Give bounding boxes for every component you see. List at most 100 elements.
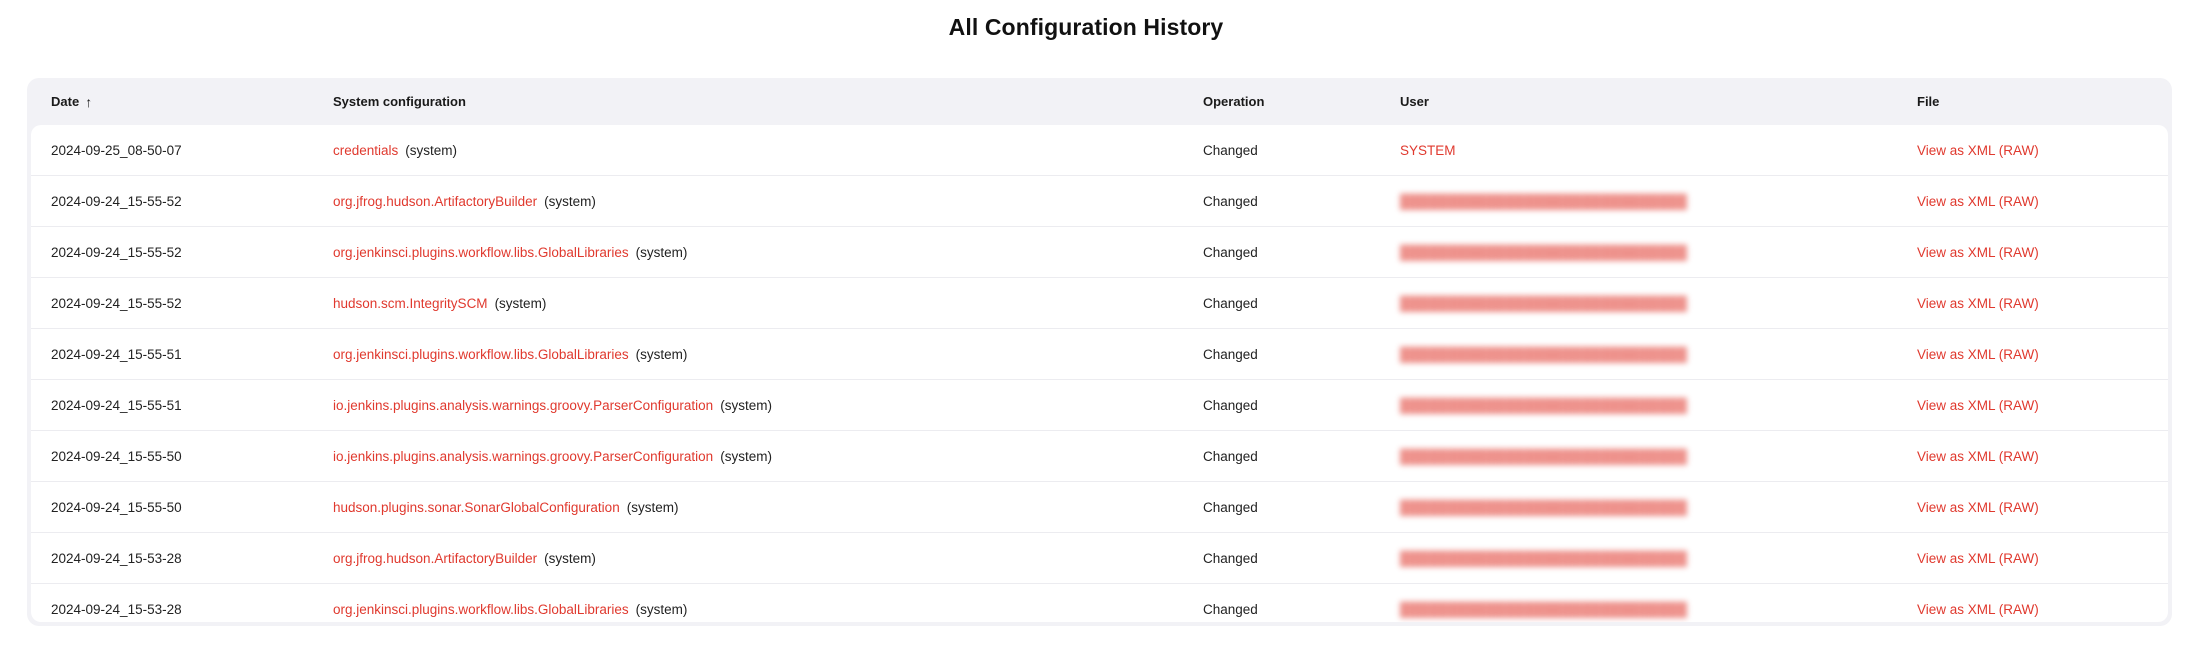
view-xml-raw-link[interactable]: View as XML (RAW) xyxy=(1917,143,2039,158)
user-link-redacted[interactable]: ██████████████████████████████ xyxy=(1400,398,1687,413)
table-row: 2024-09-24_15-55-52 hudson.scm.IntegrityS… xyxy=(31,278,2168,329)
config-link[interactable]: hudson.scm.IntegritySCM xyxy=(333,296,488,311)
user-cell: ██████████████████████████████ xyxy=(1400,533,1687,583)
file-cell: View as XML (RAW) xyxy=(1917,125,2039,175)
file-cell: View as XML (RAW) xyxy=(1917,584,2039,622)
user-link[interactable]: SYSTEM xyxy=(1400,143,1456,158)
config-cell: org.jenkinsci.plugins.workflow.libs.Glob… xyxy=(333,227,687,277)
config-cell: io.jenkins.plugins.analysis.warnings.gro… xyxy=(333,380,772,430)
config-cell: org.jenkinsci.plugins.workflow.libs.Glob… xyxy=(333,584,687,622)
config-scope-label: (system) xyxy=(626,499,679,515)
column-header-system-configuration[interactable]: System configuration xyxy=(333,78,466,125)
view-xml-raw-link[interactable]: View as XML (RAW) xyxy=(1917,245,2039,260)
date-cell: 2024-09-24_15-53-28 xyxy=(51,550,182,566)
config-cell: credentials (system) xyxy=(333,125,457,175)
config-cell: org.jfrog.hudson.ArtifactoryBuilder (syst… xyxy=(333,176,596,226)
config-scope-label: (system) xyxy=(720,397,772,413)
user-cell: ██████████████████████████████ xyxy=(1400,431,1687,481)
user-link-redacted[interactable]: ██████████████████████████████ xyxy=(1400,449,1687,464)
config-history-table: Date ↑ System configuration Operation Us… xyxy=(27,78,2172,626)
config-link[interactable]: io.jenkins.plugins.analysis.warnings.gro… xyxy=(333,449,713,464)
date-cell: 2024-09-25_08-50-07 xyxy=(51,142,182,158)
view-xml-raw-link[interactable]: View as XML (RAW) xyxy=(1917,194,2039,209)
config-link[interactable]: org.jfrog.hudson.ArtifactoryBuilder xyxy=(333,194,537,209)
user-link-redacted[interactable]: ██████████████████████████████ xyxy=(1400,602,1687,617)
table-row: 2024-09-24_15-55-52 org.jenkinsci.plugins… xyxy=(31,227,2168,278)
date-cell: 2024-09-24_15-55-52 xyxy=(51,244,182,260)
view-xml-raw-link[interactable]: View as XML (RAW) xyxy=(1917,347,2039,362)
column-header-date[interactable]: Date ↑ xyxy=(51,78,92,125)
config-cell: hudson.scm.IntegritySCM (system) xyxy=(333,278,546,328)
config-link[interactable]: org.jenkinsci.plugins.workflow.libs.Glob… xyxy=(333,245,629,260)
user-cell: ██████████████████████████████ xyxy=(1400,227,1687,277)
file-cell: View as XML (RAW) xyxy=(1917,227,2039,277)
config-link[interactable]: org.jfrog.hudson.ArtifactoryBuilder xyxy=(333,551,537,566)
config-scope-label: (system) xyxy=(635,601,688,617)
config-cell: org.jfrog.hudson.ArtifactoryBuilder (syst… xyxy=(333,533,596,583)
config-scope-label: (system) xyxy=(635,244,688,260)
column-header-user[interactable]: User xyxy=(1400,78,1429,125)
view-xml-raw-link[interactable]: View as XML (RAW) xyxy=(1917,449,2039,464)
view-xml-raw-link[interactable]: View as XML (RAW) xyxy=(1917,296,2039,311)
date-cell: 2024-09-24_15-53-28 xyxy=(51,601,182,617)
file-cell: View as XML (RAW) xyxy=(1917,533,2039,583)
config-link[interactable]: org.jenkinsci.plugins.workflow.libs.Glob… xyxy=(333,347,629,362)
table-row: 2024-09-24_15-55-51 org.jenkinsci.plugins… xyxy=(31,329,2168,380)
column-header-date-label: Date xyxy=(51,94,80,109)
table-row: 2024-09-24_15-55-52 org.jfrog.hudson.Arti… xyxy=(31,176,2168,227)
view-xml-raw-link[interactable]: View as XML (RAW) xyxy=(1917,602,2039,617)
date-cell: 2024-09-24_15-55-52 xyxy=(51,295,182,311)
config-link[interactable]: credentials xyxy=(333,143,398,158)
operation-cell: Changed xyxy=(1203,142,1258,158)
operation-cell: Changed xyxy=(1203,499,1258,515)
operation-cell: Changed xyxy=(1203,601,1258,617)
user-cell: ██████████████████████████████ xyxy=(1400,329,1687,379)
table-row: 2024-09-24_15-55-51 io.jenkins.plugins.an… xyxy=(31,380,2168,431)
column-header-file[interactable]: File xyxy=(1917,78,1939,125)
date-cell: 2024-09-24_15-55-50 xyxy=(51,448,182,464)
config-cell: hudson.plugins.sonar.SonarGlobalConfigur… xyxy=(333,482,678,532)
config-scope-label: (system) xyxy=(544,550,596,566)
user-cell: ██████████████████████████████ xyxy=(1400,176,1687,226)
page-title: All Configuration History xyxy=(948,14,1224,40)
user-link-redacted[interactable]: ██████████████████████████████ xyxy=(1400,347,1687,362)
view-xml-raw-link[interactable]: View as XML (RAW) xyxy=(1917,398,2039,413)
date-cell: 2024-09-24_15-55-51 xyxy=(51,346,182,362)
table-row: 2024-09-25_08-50-07 credentials (system) Ch… xyxy=(31,125,2168,176)
config-scope-label: (system) xyxy=(405,142,458,158)
file-cell: View as XML (RAW) xyxy=(1917,482,2039,532)
date-cell: 2024-09-24_15-55-50 xyxy=(51,499,182,515)
table-body: 2024-09-25_08-50-07 credentials (system) Ch… xyxy=(31,125,2168,622)
operation-cell: Changed xyxy=(1203,244,1258,260)
config-link[interactable]: hudson.plugins.sonar.SonarGlobalConfigur… xyxy=(333,500,620,515)
user-link-redacted[interactable]: ██████████████████████████████ xyxy=(1400,551,1687,566)
config-scope-label: (system) xyxy=(544,193,596,209)
table-row: 2024-09-24_15-53-28 org.jfrog.hudson.Arti… xyxy=(31,533,2168,584)
user-link-redacted[interactable]: ██████████████████████████████ xyxy=(1400,194,1687,209)
config-link[interactable]: org.jenkinsci.plugins.workflow.libs.Glob… xyxy=(333,602,629,617)
table-row: 2024-09-24_15-55-50 hudson.plugins.sonar.… xyxy=(31,482,2168,533)
user-cell: ██████████████████████████████ xyxy=(1400,584,1687,622)
config-scope-label: (system) xyxy=(494,295,547,311)
config-cell: io.jenkins.plugins.analysis.warnings.gro… xyxy=(333,431,772,481)
user-cell: ██████████████████████████████ xyxy=(1400,278,1687,328)
view-xml-raw-link[interactable]: View as XML (RAW) xyxy=(1917,500,2039,515)
config-link[interactable]: io.jenkins.plugins.analysis.warnings.gro… xyxy=(333,398,713,413)
file-cell: View as XML (RAW) xyxy=(1917,176,2039,226)
file-cell: View as XML (RAW) xyxy=(1917,278,2039,328)
column-header-operation[interactable]: Operation xyxy=(1203,78,1264,125)
sort-ascending-icon[interactable]: ↑ xyxy=(85,94,92,110)
file-cell: View as XML (RAW) xyxy=(1917,431,2039,481)
user-link-redacted[interactable]: ██████████████████████████████ xyxy=(1400,500,1687,515)
operation-cell: Changed xyxy=(1203,448,1258,464)
user-cell: SYSTEM xyxy=(1400,125,1456,175)
user-cell: ██████████████████████████████ xyxy=(1400,482,1687,532)
operation-cell: Changed xyxy=(1203,295,1258,311)
user-link-redacted[interactable]: ██████████████████████████████ xyxy=(1400,296,1687,311)
file-cell: View as XML (RAW) xyxy=(1917,329,2039,379)
user-link-redacted[interactable]: ██████████████████████████████ xyxy=(1400,245,1687,260)
operation-cell: Changed xyxy=(1203,346,1258,362)
date-cell: 2024-09-24_15-55-51 xyxy=(51,397,182,413)
view-xml-raw-link[interactable]: View as XML (RAW) xyxy=(1917,551,2039,566)
table-header: Date ↑ System configuration Operation Us… xyxy=(31,78,2168,125)
